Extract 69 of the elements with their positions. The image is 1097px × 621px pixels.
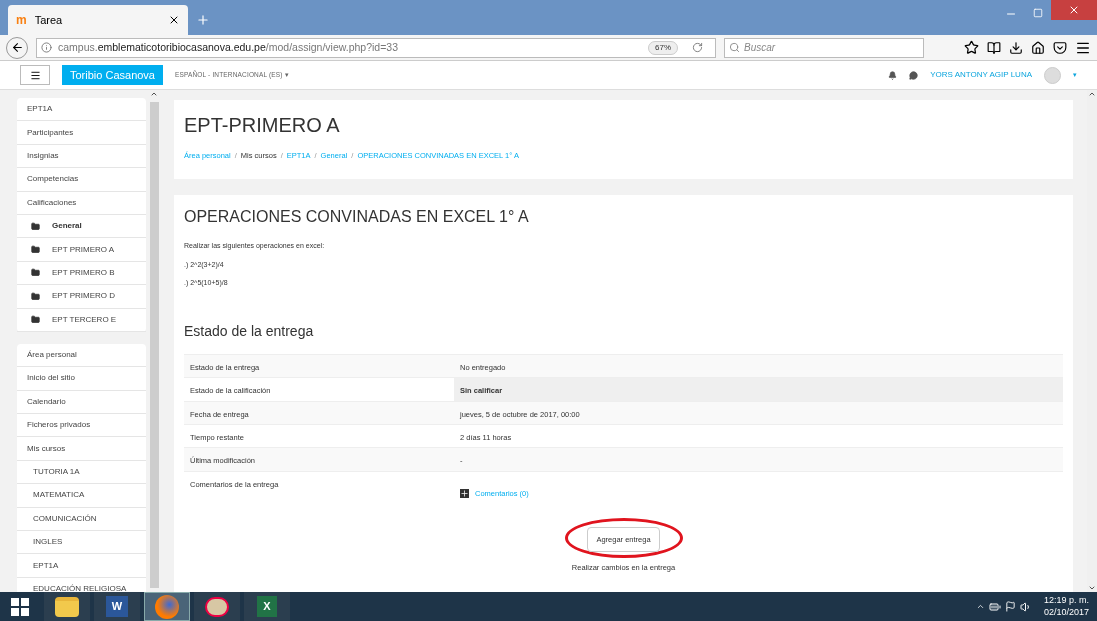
avatar-icon [1044, 66, 1061, 84]
star-icon[interactable] [964, 40, 979, 55]
scroll-up-icon[interactable] [1088, 90, 1096, 98]
sidebar-item[interactable]: Ficheros privados [17, 414, 146, 438]
sidebar-item[interactable]: EPT TERCERO E [17, 308, 146, 332]
zoom-badge[interactable]: 67% [648, 40, 678, 55]
close-icon[interactable] [168, 14, 180, 26]
globe-icon [155, 594, 179, 619]
speaker-icon[interactable] [1019, 600, 1032, 613]
folder-icon [31, 221, 40, 231]
section-heading: Estado de la entrega [184, 321, 315, 341]
sidebar-item[interactable]: EPT1A [17, 554, 146, 578]
menu-button[interactable] [20, 65, 50, 85]
sidebar-item[interactable]: Insignias [17, 144, 146, 169]
download-icon[interactable] [1009, 40, 1023, 55]
sidebar-item[interactable]: Participantes [17, 121, 146, 145]
reload-icon[interactable] [692, 42, 703, 53]
sidebar-item[interactable]: Competencias [17, 168, 146, 192]
browser-tab[interactable]: m Tarea [8, 5, 188, 35]
search-icon [729, 42, 740, 53]
expand-icon[interactable] [460, 488, 469, 498]
sidebar-item[interactable]: General [17, 214, 146, 239]
bell-icon[interactable] [888, 70, 898, 80]
sidebar-item[interactable]: TUTORIA 1A [17, 460, 146, 485]
word-letter: W [105, 596, 129, 617]
page-title: EPT-PRIMERO A [184, 113, 341, 138]
clock[interactable]: 12:19 p. m. 02/10/2017 [1035, 595, 1097, 618]
scroll-up-icon[interactable] [150, 90, 158, 98]
sidebar-item[interactable]: EPT1A [17, 98, 146, 122]
sidebar-item[interactable]: COMUNICACIÓN [17, 507, 146, 532]
taskbar-app[interactable] [194, 592, 240, 621]
sidebar-item[interactable]: Calificaciones [17, 191, 146, 215]
search-field[interactable]: Buscar [724, 37, 924, 58]
palette-icon [205, 596, 229, 617]
sidebar-item[interactable]: Mis cursos [17, 437, 146, 461]
folder-icon [31, 245, 40, 255]
sidebar-item[interactable]: EPT PRIMERO B [17, 261, 146, 286]
taskbar-app[interactable] [44, 592, 90, 621]
sidebar-item[interactable]: Inicio del sitio [17, 367, 146, 391]
close-icon [1068, 4, 1080, 16]
site-logo: m [16, 12, 27, 29]
url-text: campus.emblematicotoribiocasanova.edu.pe/mod/assign/view.php?id=33 [58, 39, 399, 55]
taskbar-app[interactable]: W [94, 592, 140, 621]
pocket-icon[interactable] [1053, 40, 1067, 55]
folder-icon [31, 315, 40, 325]
tab-title: Tarea [34, 12, 64, 28]
menu-icon [29, 69, 41, 81]
page-scrollbar[interactable] [1087, 90, 1097, 592]
sidebar-item[interactable]: Calendario [17, 390, 146, 415]
scroll-down-icon[interactable] [1088, 584, 1096, 592]
sidebar-item[interactable]: EPT PRIMERO A [17, 238, 146, 262]
sidebar-item[interactable]: EPT PRIMERO D [17, 285, 146, 309]
folder-icon [55, 596, 79, 617]
home-icon[interactable] [1031, 40, 1045, 55]
sidebar-item[interactable]: MATEMATICA [17, 484, 146, 508]
excel-letter: X [257, 596, 277, 617]
folder-icon [31, 268, 40, 278]
back-arrow-icon [10, 41, 24, 54]
folder-icon [31, 291, 40, 301]
assignment-title: OPERACIONES CONVINADAS EN EXCEL 1° A [184, 207, 530, 228]
sidebar-item[interactable]: INGLES [17, 531, 146, 555]
reader-icon[interactable] [987, 40, 1001, 55]
taskbar-app[interactable]: X [244, 592, 290, 621]
flag-icon[interactable] [1004, 601, 1016, 612]
sidebar-item[interactable]: Área personal [17, 343, 146, 368]
address-bar[interactable]: campus.emblematicotoribiocasanova.edu.pe/mod/assign/view.php?id=33 67% [36, 37, 716, 58]
battery-icon[interactable] [988, 600, 1001, 613]
chat-icon[interactable] [909, 70, 919, 80]
info-icon [41, 42, 52, 53]
